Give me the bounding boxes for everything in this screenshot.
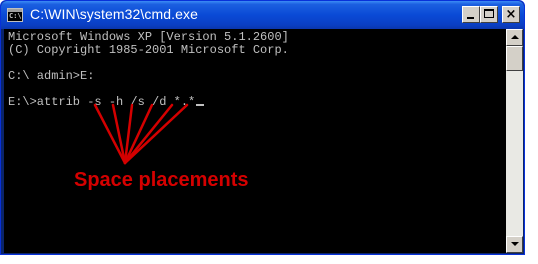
console-line-prompt-drive: C:\ admin>E: (8, 69, 95, 83)
console-line-copyright: (C) Copyright 1985-2001 Microsoft Corp. (8, 43, 289, 57)
arrow-up-icon (511, 35, 519, 39)
close-button[interactable]: × (502, 6, 520, 23)
cmd-icon-glyph: C:\ (9, 12, 22, 20)
maximize-icon (484, 9, 494, 18)
cmd-icon[interactable]: C:\ (7, 8, 23, 22)
cmd-window: C:\ C:\WIN\system32\cmd.exe × Microsoft … (0, 0, 525, 255)
maximize-button[interactable] (480, 6, 498, 23)
scroll-down-button[interactable] (506, 236, 523, 253)
title-bar[interactable]: C:\ C:\WIN\system32\cmd.exe × (1, 1, 524, 29)
window-title: C:\WIN\system32\cmd.exe (30, 6, 199, 22)
arrow-down-icon (511, 242, 519, 246)
minimize-button[interactable] (462, 6, 480, 23)
close-icon: × (505, 7, 517, 22)
scroll-thumb[interactable] (506, 46, 523, 71)
vertical-scrollbar[interactable] (506, 29, 523, 253)
command-text: E:\>attrib -s -h /s /d *.* (8, 95, 196, 109)
console-line-command[interactable]: E:\>attrib -s -h /s /d *.* (8, 95, 205, 109)
console-output[interactable]: Microsoft Windows XP [Version 5.1.2600] … (4, 29, 506, 253)
annotation-label: Space placements (74, 169, 249, 191)
minimize-icon (467, 17, 474, 19)
scroll-up-button[interactable] (506, 29, 523, 46)
text-cursor (196, 104, 205, 106)
